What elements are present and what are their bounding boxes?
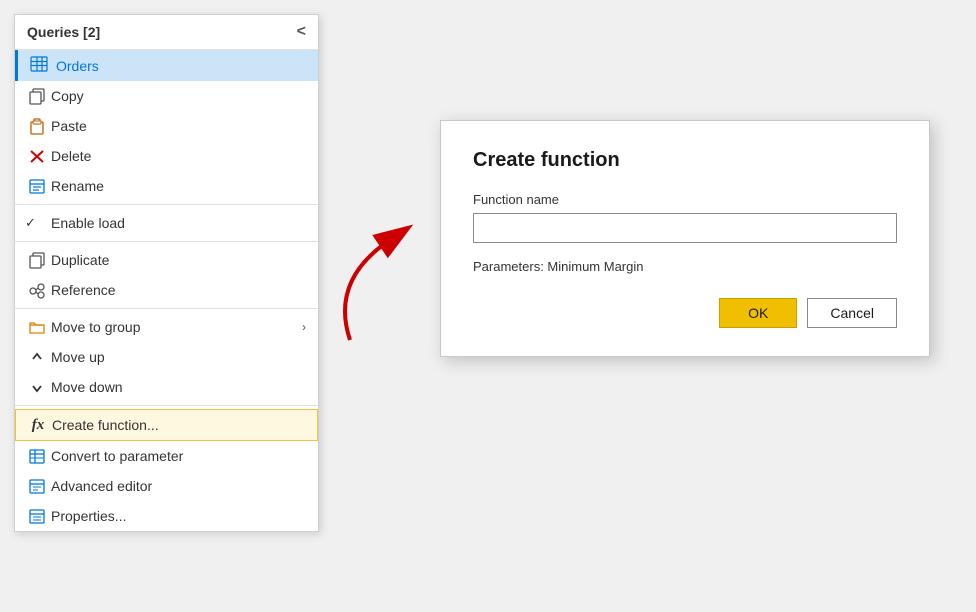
cancel-button[interactable]: Cancel <box>807 298 897 328</box>
ok-button[interactable]: OK <box>719 298 797 328</box>
delete-icon <box>27 148 47 165</box>
menu-item-enable-load[interactable]: ✓ Enable load <box>15 208 318 238</box>
divider-4 <box>15 405 318 406</box>
advanced-editor-label: Advanced editor <box>51 478 152 494</box>
panel-header: Queries [2] < <box>15 15 318 50</box>
divider-1 <box>15 204 318 205</box>
collapse-button[interactable]: < <box>297 23 306 41</box>
advanced-editor-icon <box>27 478 47 495</box>
move-up-icon <box>27 349 47 366</box>
menu-item-copy[interactable]: Copy <box>15 81 318 111</box>
selected-item-label: Orders <box>56 58 99 74</box>
menu-item-rename[interactable]: Rename <box>15 171 318 201</box>
reference-label: Reference <box>51 282 116 298</box>
check-icon: ✓ <box>25 215 36 231</box>
menu-item-paste[interactable]: Paste <box>15 111 318 141</box>
menu-item-convert-param[interactable]: Convert to parameter <box>15 441 318 471</box>
submenu-arrow-icon: › <box>302 320 306 334</box>
menu-item-move-down[interactable]: Move down <box>15 372 318 402</box>
menu-item-create-function[interactable]: fx Create function... <box>15 409 318 441</box>
move-to-group-label: Move to group <box>51 319 141 335</box>
reference-icon <box>27 282 47 299</box>
menu-item-move-up[interactable]: Move up <box>15 342 318 372</box>
properties-icon <box>27 508 47 525</box>
delete-label: Delete <box>51 148 91 164</box>
move-down-label: Move down <box>51 379 123 395</box>
copy-icon <box>27 88 47 105</box>
folder-icon <box>27 319 47 336</box>
paste-icon <box>27 118 47 135</box>
menu-item-duplicate[interactable]: Duplicate <box>15 245 318 275</box>
selected-query-item[interactable]: Orders <box>15 50 318 81</box>
context-menu-panel: Queries [2] < Orders Copy <box>14 14 319 532</box>
fx-icon: fx <box>28 417 48 434</box>
table-icon <box>30 56 48 75</box>
function-name-label: Function name <box>473 192 897 207</box>
modal-buttons: OK Cancel <box>473 298 897 328</box>
convert-param-label: Convert to parameter <box>51 448 183 464</box>
properties-label: Properties... <box>51 508 126 524</box>
menu-item-delete[interactable]: Delete <box>15 141 318 171</box>
parameters-label: Parameters: Minimum Margin <box>473 259 897 274</box>
function-name-input[interactable] <box>473 213 897 243</box>
rename-icon <box>27 178 47 195</box>
duplicate-icon <box>27 252 47 269</box>
rename-label: Rename <box>51 178 104 194</box>
move-up-label: Move up <box>51 349 105 365</box>
create-function-label: Create function... <box>52 417 159 433</box>
divider-3 <box>15 308 318 309</box>
panel-title: Queries [2] <box>27 24 100 40</box>
create-function-dialog: Create function Function name Parameters… <box>440 120 930 357</box>
move-down-icon <box>27 379 47 396</box>
menu-item-advanced-editor[interactable]: Advanced editor <box>15 471 318 501</box>
modal-title: Create function <box>473 149 897 172</box>
menu-item-reference[interactable]: Reference <box>15 275 318 305</box>
enable-load-label: Enable load <box>51 215 125 231</box>
menu-item-properties[interactable]: Properties... <box>15 501 318 531</box>
param-icon <box>27 448 47 465</box>
menu-item-move-to-group[interactable]: Move to group › <box>15 312 318 342</box>
copy-label: Copy <box>51 88 84 104</box>
divider-2 <box>15 241 318 242</box>
paste-label: Paste <box>51 118 87 134</box>
duplicate-label: Duplicate <box>51 252 109 268</box>
